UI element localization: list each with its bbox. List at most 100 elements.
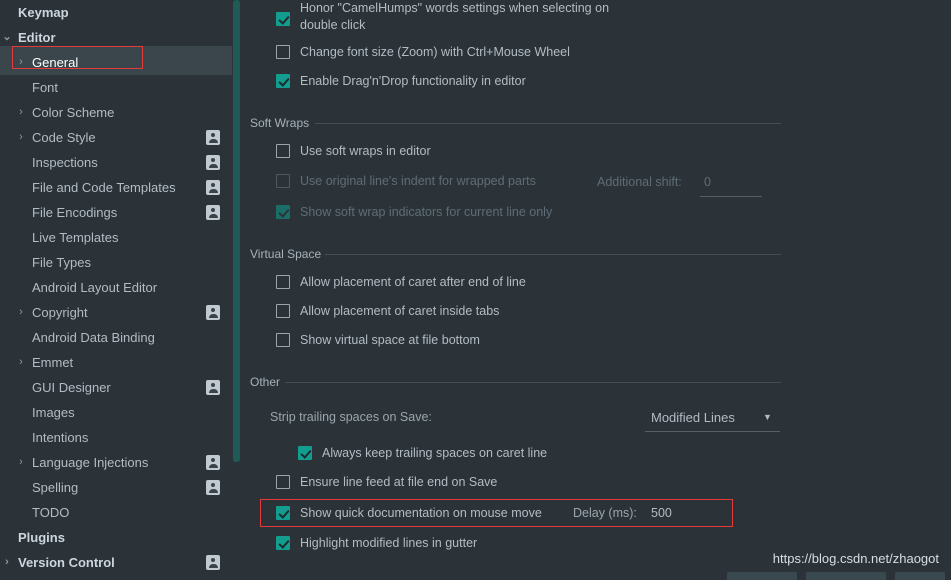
sidebar-item-copyright[interactable]: › Copyright xyxy=(0,300,232,325)
label-caret-after-eol: Allow placement of caret after end of li… xyxy=(300,275,526,289)
label-virtual-space-file-bottom: Show virtual space at file bottom xyxy=(300,333,480,347)
checkbox-show-soft-wrap-indicators[interactable] xyxy=(276,205,290,219)
user-profile-icon xyxy=(206,380,220,395)
chevron-right-icon[interactable]: › xyxy=(10,300,32,325)
user-profile-icon xyxy=(206,555,220,570)
sidebar-item-plugins[interactable]: Plugins xyxy=(0,525,232,550)
sidebar-item-label: File Types xyxy=(32,255,92,270)
sidebar-item-label: Color Scheme xyxy=(32,105,115,120)
sidebar-item-general[interactable]: › General xyxy=(0,50,232,75)
sidebar-item-version-control[interactable]: › Version Control xyxy=(0,550,232,575)
value-delay-ms[interactable]: 500 xyxy=(651,506,672,520)
value-additional-shift[interactable]: 0 xyxy=(704,175,711,189)
checkbox-caret-inside-tabs[interactable] xyxy=(276,304,290,318)
user-profile-icon xyxy=(206,130,220,145)
sidebar-item-label: Keymap xyxy=(18,5,69,20)
sidebar-item-label: Inspections xyxy=(32,155,98,170)
sidebar-item-label: Android Data Binding xyxy=(32,330,155,345)
label-honor-camelhumps: Honor "CamelHumps" words settings when s… xyxy=(300,1,610,15)
sidebar-item-file-encodings[interactable]: File Encodings xyxy=(0,200,232,225)
section-title-other: Other xyxy=(250,375,281,389)
chevron-right-icon[interactable]: › xyxy=(10,50,32,75)
user-profile-icon xyxy=(206,480,220,495)
sidebar-item-label: Images xyxy=(32,405,75,420)
sidebar-item-label: GUI Designer xyxy=(32,380,111,395)
chevron-down-icon[interactable]: ⌄ xyxy=(0,25,18,50)
sidebar-item-label: Font xyxy=(32,80,59,95)
checkbox-use-original-indent[interactable] xyxy=(276,174,290,188)
sidebar-item-label: General xyxy=(32,55,79,70)
label-show-quick-documentation: Show quick documentation on mouse move xyxy=(300,506,542,520)
sidebar-item-font[interactable]: Font xyxy=(0,75,232,100)
chevron-right-icon[interactable]: › xyxy=(10,125,32,150)
sidebar-item-label: Language Injections xyxy=(32,455,149,470)
checkbox-use-soft-wraps[interactable] xyxy=(276,144,290,158)
checkbox-virtual-space-file-bottom[interactable] xyxy=(276,333,290,347)
label-show-soft-wrap-indicators: Show soft wrap indicators for current li… xyxy=(300,205,553,219)
label-enable-dragndrop: Enable Drag'n'Drop functionality in edit… xyxy=(300,74,526,88)
sidebar-item-label: Plugins xyxy=(18,530,65,545)
section-divider-soft-wraps xyxy=(315,123,781,124)
sidebar-scrollbar-thumb[interactable] xyxy=(233,0,240,462)
checkbox-change-font-size-zoom[interactable] xyxy=(276,45,290,59)
sidebar-item-todo[interactable]: TODO xyxy=(0,500,232,525)
chevron-right-icon[interactable]: › xyxy=(0,550,18,575)
sidebar-item-keymap[interactable]: Keymap xyxy=(0,0,232,25)
sidebar-item-inspections[interactable]: Inspections xyxy=(0,150,232,175)
sidebar-item-editor[interactable]: ⌄ Editor xyxy=(0,25,232,50)
sidebar-item-file-and-code-templates[interactable]: File and Code Templates xyxy=(0,175,232,200)
chevron-down-icon[interactable]: ▼ xyxy=(763,412,772,422)
sidebar-item-android-data-binding[interactable]: Android Data Binding xyxy=(0,325,232,350)
dialog-button-cancel[interactable] xyxy=(806,572,886,580)
sidebar-item-label: Android Layout Editor xyxy=(32,280,158,295)
checkbox-honor-camelhumps[interactable] xyxy=(276,12,290,26)
sidebar-item-label: Version Control xyxy=(18,555,115,570)
label-honor-camelhumps-line2: double click xyxy=(300,18,366,32)
sidebar-item-label: Code Style xyxy=(32,130,96,145)
label-delay-ms: Delay (ms): xyxy=(573,506,637,520)
checkbox-always-keep-trailing-spaces[interactable] xyxy=(298,446,312,460)
sidebar-item-code-style[interactable]: › Code Style xyxy=(0,125,232,150)
section-title-soft-wraps: Soft Wraps xyxy=(250,116,310,130)
sidebar-item-label: Live Templates xyxy=(32,230,119,245)
checkbox-highlight-modified-lines[interactable] xyxy=(276,536,290,550)
user-profile-icon xyxy=(206,205,220,220)
sidebar-item-intentions[interactable]: Intentions xyxy=(0,425,232,450)
settings-dialog: Keymap ⌄ Editor › General Font › Color Scheme › C… xyxy=(0,0,951,580)
watermark-url: https://blog.csdn.net/zhaogot xyxy=(772,551,939,566)
sidebar-item-file-types[interactable]: File Types xyxy=(0,250,232,275)
sidebar-item-android-layout-editor[interactable]: Android Layout Editor xyxy=(0,275,232,300)
underline-additional-shift xyxy=(700,196,762,197)
user-profile-icon xyxy=(206,305,220,320)
sidebar-item-emmet[interactable]: › Emmet xyxy=(0,350,232,375)
sidebar-item-color-scheme[interactable]: › Color Scheme xyxy=(0,100,232,125)
checkbox-caret-after-eol[interactable] xyxy=(276,275,290,289)
sidebar-item-gui-designer[interactable]: GUI Designer xyxy=(0,375,232,400)
label-use-soft-wraps: Use soft wraps in editor xyxy=(300,144,431,158)
sidebar-item-spelling[interactable]: Spelling xyxy=(0,475,232,500)
chevron-right-icon[interactable]: › xyxy=(10,450,32,475)
label-caret-inside-tabs: Allow placement of caret inside tabs xyxy=(300,304,500,318)
general-settings-panel: Honor "CamelHumps" words settings when s… xyxy=(245,0,951,580)
label-strip-trailing-spaces: Strip trailing spaces on Save: xyxy=(270,410,432,424)
label-ensure-line-feed: Ensure line feed at file end on Save xyxy=(300,475,498,489)
user-profile-icon xyxy=(206,455,220,470)
settings-tree-sidebar[interactable]: Keymap ⌄ Editor › General Font › Color Scheme › C… xyxy=(0,0,232,580)
chevron-right-icon[interactable]: › xyxy=(10,350,32,375)
label-use-original-indent: Use original line's indent for wrapped p… xyxy=(300,174,536,188)
section-title-virtual-space: Virtual Space xyxy=(250,247,322,261)
checkbox-enable-dragndrop[interactable] xyxy=(276,74,290,88)
checkbox-ensure-line-feed[interactable] xyxy=(276,475,290,489)
underline-strip-trailing xyxy=(645,431,780,432)
sidebar-item-language-injections[interactable]: › Language Injections xyxy=(0,450,232,475)
sidebar-item-live-templates[interactable]: Live Templates xyxy=(0,225,232,250)
chevron-right-icon[interactable]: › xyxy=(10,100,32,125)
dialog-button-ok[interactable] xyxy=(727,572,797,580)
dropdown-strip-trailing-value[interactable]: Modified Lines xyxy=(651,410,735,425)
section-divider-virtual-space xyxy=(325,254,781,255)
label-always-keep-trailing-spaces: Always keep trailing spaces on caret lin… xyxy=(322,446,548,460)
settings-tree[interactable]: Keymap ⌄ Editor › General Font › Color Scheme › C… xyxy=(0,0,232,575)
dialog-button-apply[interactable] xyxy=(895,572,945,580)
sidebar-item-images[interactable]: Images xyxy=(0,400,232,425)
checkbox-show-quick-documentation[interactable] xyxy=(276,506,290,520)
